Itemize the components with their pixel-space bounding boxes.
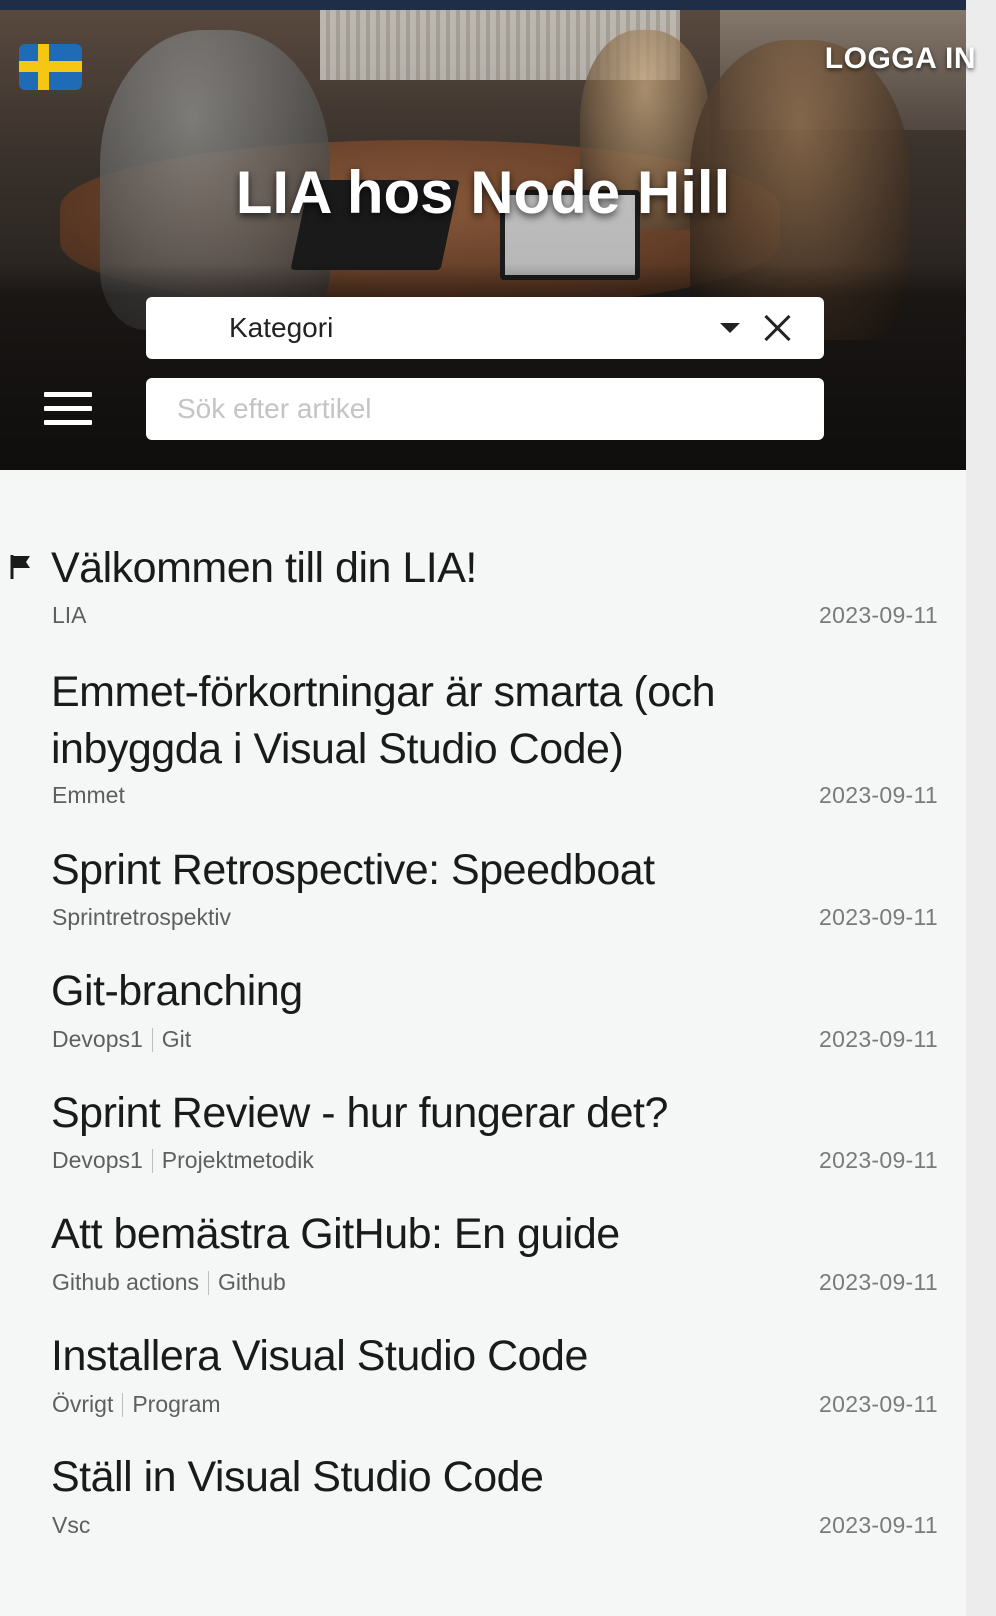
chevron-down-icon[interactable]	[720, 323, 740, 333]
article-date: 2023-09-11	[819, 602, 938, 628]
article-tag[interactable]: Github actions	[52, 1269, 199, 1296]
article-date: 2023-09-11	[819, 1147, 938, 1173]
article-tags: Övrigt Program	[52, 1391, 221, 1418]
article-date: 2023-09-11	[819, 782, 938, 808]
article-tags: Emmet	[52, 782, 125, 809]
article-title[interactable]: Installera Visual Studio Code	[51, 1328, 871, 1385]
article-title[interactable]: Ställ in Visual Studio Code	[51, 1449, 871, 1506]
article-title[interactable]: Sprint Review - hur fungerar det?	[51, 1085, 871, 1142]
article-tag[interactable]: Github	[218, 1269, 286, 1296]
article-tag[interactable]: Emmet	[52, 782, 125, 809]
article-tag[interactable]: Sprintretrospektiv	[52, 904, 231, 931]
flag-icon	[10, 555, 30, 579]
menu-icon-bar	[44, 420, 92, 425]
article-title[interactable]: Git-branching	[51, 963, 871, 1020]
page: LOGGA IN LIA hos Node Hill Kategori Välk…	[0, 0, 996, 1616]
flag-cross-vertical	[38, 44, 49, 90]
menu-icon[interactable]	[44, 392, 92, 426]
article-date: 2023-09-11	[819, 904, 938, 930]
page-edge	[966, 0, 996, 1616]
article-tag[interactable]: Devops1	[52, 1026, 143, 1053]
article-tags: Devops1 Git	[52, 1026, 191, 1053]
article-tag[interactable]: LIA	[52, 602, 87, 629]
article-title[interactable]: Välkommen till din LIA!	[51, 540, 871, 597]
article-tag[interactable]: Devops1	[52, 1147, 143, 1174]
page-title: LIA hos Node Hill	[235, 159, 731, 226]
article-tag[interactable]: Git	[162, 1026, 191, 1053]
article-tag[interactable]: Projektmetodik	[162, 1147, 314, 1174]
article-tag[interactable]: Program	[132, 1391, 220, 1418]
article-date: 2023-09-11	[819, 1391, 938, 1417]
article-title[interactable]: Sprint Retrospective: Speedboat	[51, 842, 871, 899]
tag-separator	[151, 1148, 153, 1173]
article-date: 2023-09-11	[819, 1512, 938, 1538]
article-tag[interactable]: Vsc	[52, 1512, 90, 1539]
article-title[interactable]: Att bemästra GitHub: En guide	[51, 1206, 871, 1263]
article-date: 2023-09-11	[819, 1026, 938, 1052]
tag-separator	[122, 1392, 124, 1417]
top-strip	[0, 0, 966, 10]
tag-separator	[208, 1270, 210, 1295]
article-title[interactable]: Emmet-förkortningar är smarta (och inbyg…	[51, 664, 871, 778]
article-tags: Vsc	[52, 1512, 90, 1539]
menu-icon-bar	[44, 392, 92, 397]
article-tags: LIA	[52, 602, 87, 629]
menu-icon-bar	[44, 406, 92, 411]
tag-separator	[151, 1027, 153, 1052]
close-icon[interactable]	[762, 313, 792, 343]
article-tag[interactable]: Övrigt	[52, 1391, 113, 1418]
article-tags: Sprintretrospektiv	[52, 904, 231, 931]
flag-cross-horizontal	[19, 61, 82, 72]
article-tags: Devops1 Projektmetodik	[52, 1147, 314, 1174]
search-input[interactable]	[146, 378, 824, 440]
login-button[interactable]: LOGGA IN	[825, 42, 976, 76]
article-date: 2023-09-11	[819, 1269, 938, 1295]
category-select-value: Kategori	[229, 312, 334, 343]
article-tags: Github actions Github	[52, 1269, 286, 1296]
swedish-flag-icon[interactable]	[19, 44, 82, 90]
category-select[interactable]: Kategori	[146, 297, 824, 359]
